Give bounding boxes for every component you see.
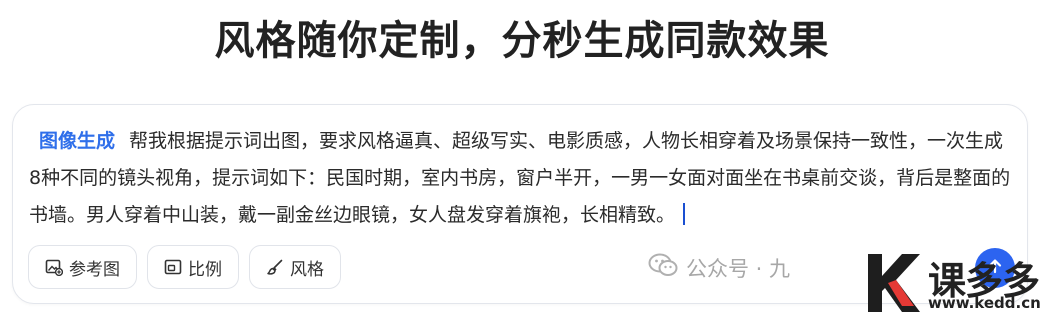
aspect-ratio-icon [164, 258, 182, 276]
text-caret [683, 203, 686, 225]
page-headline: 风格随你定制，分秒生成同款效果 [214, 18, 830, 64]
aspect-ratio-label: 比例 [188, 259, 222, 280]
reference-image-button[interactable]: 参考图 [28, 245, 137, 289]
prompt-text: 帮我根据提示词出图，要求风格逼真、超级写实、电影质感，人物长相穿着及场景保持一致… [29, 130, 1011, 226]
style-label: 风格 [290, 259, 324, 280]
prompt-toolbar: 参考图 比例 风格 [28, 245, 341, 289]
reference-image-label: 参考图 [69, 259, 120, 280]
prompt-input[interactable]: 图像生成 帮我根据提示词出图，要求风格逼真、超级写实、电影质感，人物长相穿着及场景… [29, 123, 1013, 234]
logo-k-mark [868, 254, 920, 312]
kedd-logo: 课多多 www.kedd.cn [858, 246, 1044, 319]
brush-icon [266, 258, 284, 276]
aspect-ratio-button[interactable]: 比例 [147, 245, 239, 289]
logo-url: www.kedd.cn [928, 294, 1041, 312]
mode-tag-image-generation[interactable]: 图像生成 [39, 130, 115, 152]
page: 风格随你定制，分秒生成同款效果 图像生成 帮我根据提示词出图，要求风格逼真、超级写… [0, 0, 1044, 319]
image-add-icon [45, 258, 63, 276]
watermark-text: 公众号 · 九 [686, 256, 791, 281]
style-button[interactable]: 风格 [249, 245, 341, 289]
wechat-watermark: 公众号 · 九 [648, 252, 790, 283]
wechat-icon [648, 252, 678, 283]
